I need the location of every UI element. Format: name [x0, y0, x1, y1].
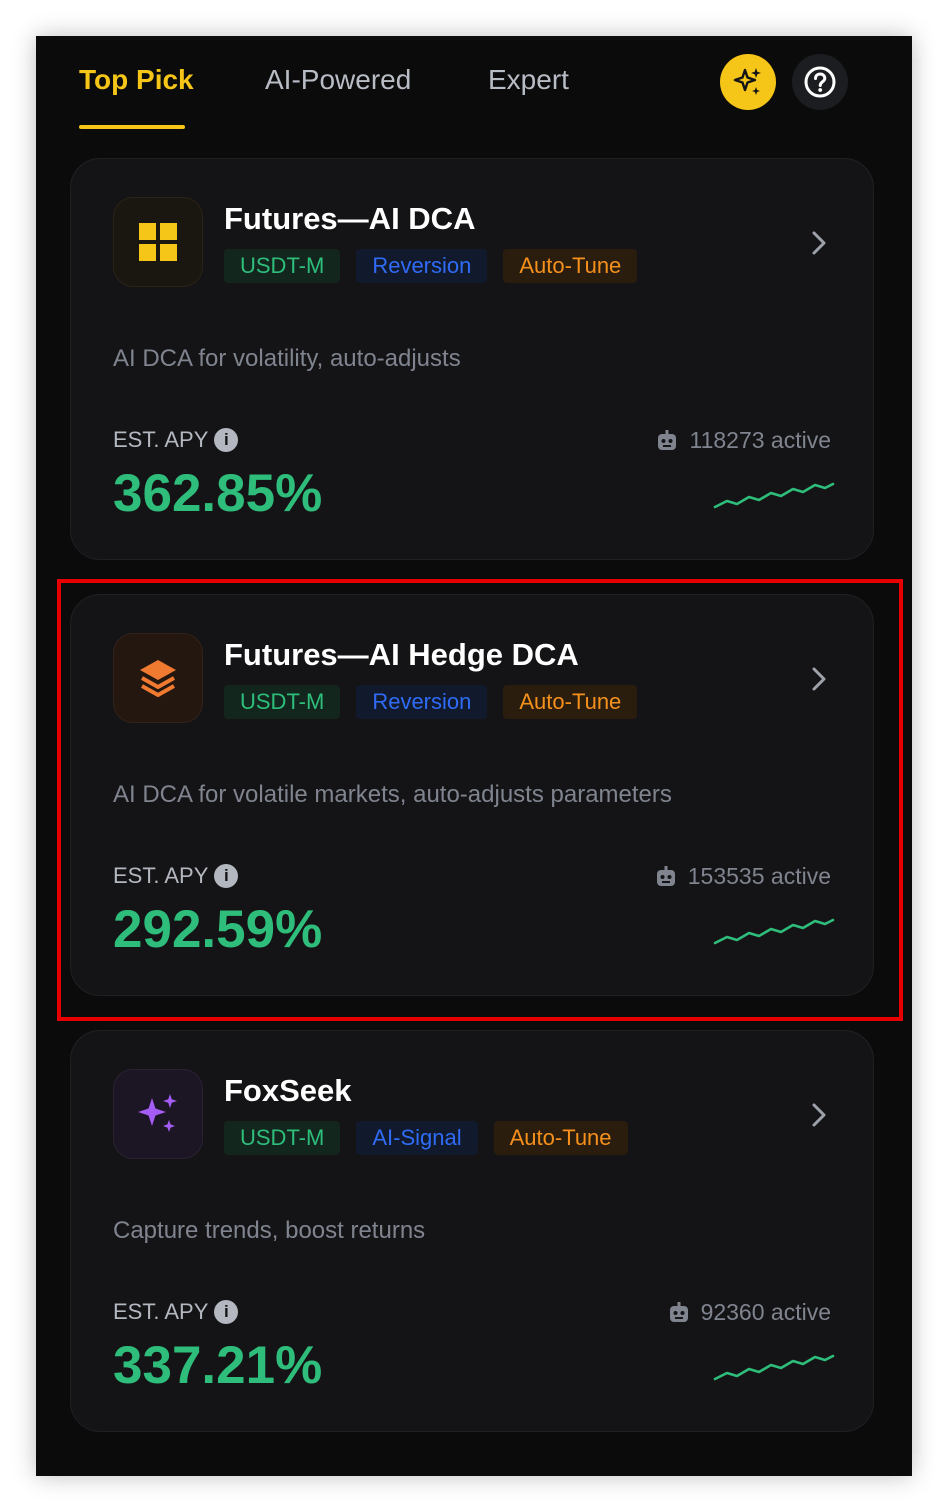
strategy-card[interactable]: FoxSeek USDT-M AI-Signal Auto-Tune Captu… [70, 1030, 874, 1432]
robot-icon [669, 1301, 688, 1322]
card-description: AI DCA for volatile markets, auto-adjust… [113, 781, 672, 808]
apy-label-text: EST. APY [113, 863, 209, 888]
tag-market: USDT-M [224, 1121, 341, 1155]
apy-label: EST. APY i [113, 1299, 239, 1325]
card-description: AI DCA for volatility, auto-adjusts [113, 345, 461, 372]
apy-value: 337.21% [113, 1336, 323, 1395]
tag-list: USDT-M Reversion Auto-Tune [224, 249, 638, 283]
tag-mode: Auto-Tune [503, 249, 638, 283]
card-title: FoxSeek [224, 1073, 352, 1108]
active-count: 92360 active [667, 1299, 831, 1326]
tab-expert[interactable]: Expert [488, 64, 569, 96]
card-title: Futures—AI DCA [224, 201, 476, 236]
grid-icon [113, 197, 203, 287]
strategy-panel: Top Pick AI-Powered Expert Futures—AI DC… [36, 36, 912, 1476]
apy-label: EST. APY i [113, 427, 239, 453]
robot-icon [656, 865, 675, 886]
apy-label-text: EST. APY [113, 427, 209, 452]
tag-mode: Auto-Tune [493, 1121, 628, 1155]
tag-market: USDT-M [224, 685, 341, 719]
sparkline-chart [713, 1354, 835, 1381]
card-title: Futures—AI Hedge DCA [224, 637, 579, 672]
tag-list: USDT-M AI-Signal Auto-Tune [224, 1121, 628, 1155]
apy-label: EST. APY i [113, 863, 239, 889]
apy-label-text: EST. APY [113, 1299, 209, 1324]
info-icon[interactable]: i [214, 1300, 239, 1324]
help-circle-icon [804, 66, 836, 98]
apy-value: 292.59% [113, 900, 323, 959]
active-count-text: 153535 active [687, 863, 831, 889]
robot-icon [658, 429, 677, 450]
chevron-right-icon[interactable] [807, 1099, 831, 1131]
ai-assistant-button[interactable] [720, 54, 776, 110]
card-description: Capture trends, boost returns [113, 1217, 426, 1244]
tag-list: USDT-M Reversion Auto-Tune [224, 685, 638, 719]
sparkline-chart [713, 482, 835, 509]
tag-strategy: Reversion [356, 249, 488, 283]
layers-icon [113, 633, 203, 723]
chevron-right-icon[interactable] [807, 227, 831, 259]
info-icon[interactable]: i [214, 864, 239, 888]
tab-bar: Top Pick AI-Powered Expert [36, 36, 912, 146]
tag-market: USDT-M [224, 249, 341, 283]
tag-strategy: Reversion [356, 685, 488, 719]
active-count-text: 118273 active [689, 427, 831, 453]
strategy-card[interactable]: Futures—AI DCA USDT-M Reversion Auto-Tun… [70, 158, 874, 560]
info-icon[interactable]: i [214, 428, 239, 452]
sparkle-icon [113, 1069, 203, 1159]
sparkle-icon [733, 68, 761, 95]
active-count: 118273 active [655, 427, 831, 454]
sparkline-chart [713, 918, 835, 945]
tag-strategy: AI-Signal [356, 1121, 478, 1155]
strategy-card[interactable]: Futures—AI Hedge DCA USDT-M Reversion Au… [70, 594, 874, 996]
tag-mode: Auto-Tune [503, 685, 638, 719]
active-count: 153535 active [654, 863, 831, 890]
active-count-text: 92360 active [700, 1299, 831, 1325]
chevron-right-icon[interactable] [807, 663, 831, 695]
tab-top-pick[interactable]: Top Pick [79, 64, 194, 96]
tab-ai-powered[interactable]: AI-Powered [265, 64, 411, 96]
help-button[interactable] [792, 54, 848, 110]
apy-value: 362.85% [113, 464, 323, 523]
active-tab-indicator [79, 125, 185, 129]
